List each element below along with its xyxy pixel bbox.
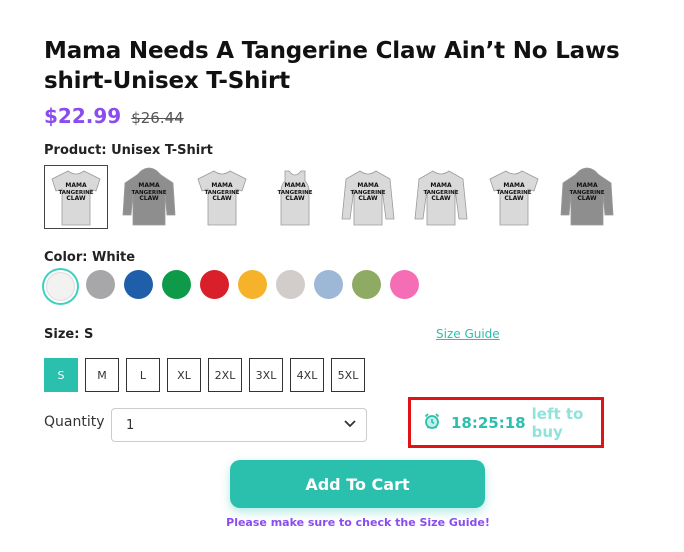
longsleeve-icon: MAMA TANGERINE CLAW <box>413 167 469 227</box>
svg-text:MAMA: MAMA <box>430 182 452 189</box>
svg-text:CLAW: CLAW <box>577 195 597 202</box>
color-swatch-7[interactable] <box>276 270 305 299</box>
product-option-1[interactable]: MAMA TANGERINE CLAW <box>44 165 108 229</box>
size-option-2xl[interactable]: 2XL <box>208 358 242 392</box>
color-swatch-9[interactable] <box>352 270 381 299</box>
color-swatch-6[interactable] <box>238 270 267 299</box>
sweatshirt-icon: MAMA TANGERINE CLAW <box>340 167 396 227</box>
color-label: Color: <box>44 250 88 265</box>
svg-text:CLAW: CLAW <box>66 195 86 202</box>
tshirt-icon: MAMA TANGERINE CLAW <box>194 167 250 227</box>
product-option-8[interactable]: MAMA TANGERINE CLAW <box>555 165 619 229</box>
quantity-select[interactable]: 1 <box>111 408 367 442</box>
tshirt-icon: MAMA TANGERINE CLAW <box>486 167 542 227</box>
svg-text:MAMA: MAMA <box>284 182 306 189</box>
product-type-label-row: Product: Unisex T-Shirt <box>44 143 213 158</box>
product-type-value: Unisex T-Shirt <box>111 143 213 158</box>
product-option-3[interactable]: MAMA TANGERINE CLAW <box>190 165 254 229</box>
svg-text:CLAW: CLAW <box>431 195 451 202</box>
product-option-7[interactable]: MAMA TANGERINE CLAW <box>482 165 546 229</box>
svg-text:CLAW: CLAW <box>212 195 232 202</box>
color-swatch-2[interactable] <box>86 270 115 299</box>
size-option-xl[interactable]: XL <box>167 358 201 392</box>
size-value: S <box>83 327 94 342</box>
color-swatch-4[interactable] <box>162 270 191 299</box>
size-guide-link[interactable]: Size Guide <box>436 327 500 341</box>
color-value: White <box>92 250 136 265</box>
size-option-3xl[interactable]: 3XL <box>249 358 283 392</box>
product-option-2[interactable]: MAMA TANGERINE CLAW <box>117 165 181 229</box>
svg-text:CLAW: CLAW <box>504 195 524 202</box>
color-label-row: Color: White <box>44 250 135 265</box>
product-option-5[interactable]: MAMA TANGERINE CLAW <box>336 165 400 229</box>
svg-text:MAMA: MAMA <box>576 182 598 189</box>
color-swatch-8[interactable] <box>314 270 343 299</box>
quantity-value: 1 <box>126 417 135 433</box>
add-to-cart-button[interactable]: Add To Cart <box>230 460 485 508</box>
product-option-6[interactable]: MAMA TANGERINE CLAW <box>409 165 473 229</box>
quantity-label: Quantity <box>44 414 105 430</box>
size-option-l[interactable]: L <box>126 358 160 392</box>
sale-price: $22.99 <box>44 104 122 128</box>
tank-icon: MAMA TANGERINE CLAW <box>267 167 323 227</box>
size-label: Size: <box>44 327 80 342</box>
color-swatches <box>44 270 419 303</box>
size-option-5xl[interactable]: 5XL <box>331 358 365 392</box>
countdown-timer: 18:25:18 left to buy <box>408 397 604 448</box>
color-swatch-1[interactable] <box>46 272 75 301</box>
timer-suffix: left to buy <box>531 404 584 441</box>
svg-text:MAMA: MAMA <box>357 182 379 189</box>
svg-text:CLAW: CLAW <box>139 195 159 202</box>
size-guide-note: Please make sure to check the Size Guide… <box>226 516 490 529</box>
svg-text:MAMA: MAMA <box>503 182 525 189</box>
color-swatch-5[interactable] <box>200 270 229 299</box>
price-row: $22.99 $26.44 <box>44 104 184 128</box>
color-swatch-3[interactable] <box>124 270 153 299</box>
alarm-clock-icon <box>423 412 441 434</box>
chevron-down-icon <box>344 419 356 431</box>
svg-text:CLAW: CLAW <box>285 195 305 202</box>
size-option-s[interactable]: S <box>44 358 78 392</box>
svg-text:MAMA: MAMA <box>138 182 160 189</box>
product-title: Mama Needs A Tangerine Claw Ain’t No Law… <box>44 38 620 94</box>
size-options: S M L XL 2XL 3XL 4XL 5XL <box>44 358 365 392</box>
color-swatch-10[interactable] <box>390 270 419 299</box>
product-type-label: Product: <box>44 143 107 158</box>
size-option-4xl[interactable]: 4XL <box>290 358 324 392</box>
svg-text:CLAW: CLAW <box>358 195 378 202</box>
timer-time: 18:25:18 <box>451 413 526 432</box>
original-price: $26.44 <box>131 109 184 127</box>
hoodie-icon: MAMA TANGERINE CLAW <box>559 167 615 227</box>
product-type-options: MAMA TANGERINE CLAW MAMA TANGERINE CLAW MAMA TA… <box>44 165 619 229</box>
svg-text:MAMA: MAMA <box>65 182 87 189</box>
product-option-4[interactable]: MAMA TANGERINE CLAW <box>263 165 327 229</box>
size-label-row: Size: S <box>44 327 93 342</box>
size-option-m[interactable]: M <box>85 358 119 392</box>
hoodie-icon: MAMA TANGERINE CLAW <box>121 167 177 227</box>
svg-text:MAMA: MAMA <box>211 182 233 189</box>
tshirt-icon: MAMA TANGERINE CLAW <box>48 167 104 227</box>
